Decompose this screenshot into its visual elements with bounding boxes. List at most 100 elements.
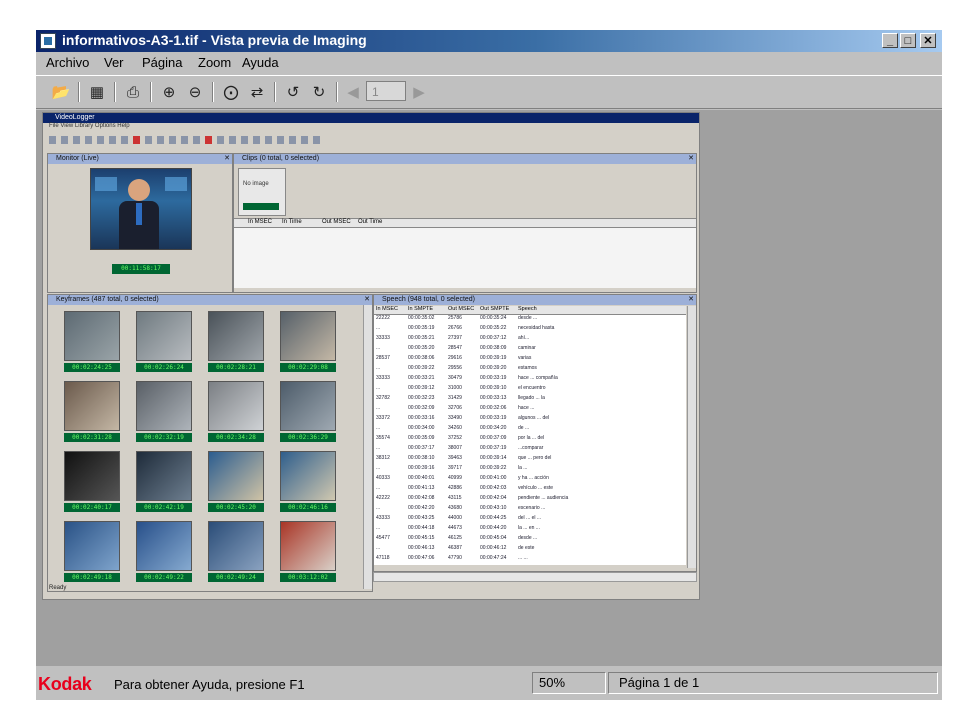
speech-cell: 33372 — [376, 415, 390, 421]
menu-ver[interactable]: Ver — [104, 55, 124, 70]
speech-row: ... 00:00:41:13 42886 00:00:42:03 vehículo .… — [374, 485, 686, 493]
zoom-out-icon[interactable]: ⊖ — [184, 81, 206, 103]
speech-cell: por la ... del — [518, 435, 545, 441]
image-tool-icon — [169, 136, 176, 144]
speech-cell: 00:00:47:06 — [408, 555, 435, 561]
image-speech-col: Speech — [518, 306, 537, 312]
image-speech-title: Speech (948 total, 0 selected) — [374, 295, 696, 305]
speech-cell: 39717 — [448, 465, 462, 471]
speech-cell: 00:00:35:22 — [480, 325, 507, 331]
speech-cell: 25786 — [448, 315, 462, 321]
image-clips-col: Out MSEC — [322, 219, 351, 225]
image-tool-icon — [241, 136, 248, 144]
speech-cell: 31000 — [448, 385, 462, 391]
close-button[interactable]: ✕ — [920, 33, 936, 48]
image-clips-no-image: No image — [243, 181, 269, 187]
best-fit-icon[interactable]: ⨀ — [220, 81, 242, 103]
speech-cell: ... — [376, 505, 381, 511]
open-folder-icon[interactable]: 📂 — [50, 81, 72, 103]
speech-cell: 00:00:38:10 — [408, 455, 435, 461]
menu-archivo[interactable]: Archivo — [46, 55, 89, 70]
rotate-right-icon[interactable]: ↻ — [308, 81, 330, 103]
page-view-icon[interactable]: ▦ — [86, 81, 108, 103]
image-clips-header: In MSEC In Time Out MSEC Out Time — [234, 218, 696, 228]
speech-cell: de este — [518, 545, 535, 551]
speech-cell: 47790 — [448, 555, 462, 561]
speech-cell: 47118 — [376, 555, 390, 561]
speech-cell: 30479 — [448, 375, 462, 381]
keyframe-thumbnail — [208, 311, 264, 361]
image-clips-pane: Clips (0 total, 0 selected) ✕ No image I… — [233, 153, 697, 293]
speech-cell: 00:00:37:17 — [408, 445, 435, 451]
page-indicator: Página 1 de 1 — [608, 672, 938, 694]
page-number-input[interactable]: 1 — [366, 81, 406, 101]
image-keyframes-pane: Keyframes (487 total, 0 selected) ✕ 00:0… — [47, 294, 373, 592]
image-tool-icon — [85, 136, 92, 144]
kodak-logo: Kodak — [38, 674, 92, 694]
speech-row: 32782 00:00:32:23 31429 00:00:33:13 llegado … — [374, 395, 686, 403]
speech-row: 33372 00:00:33:16 33490 00:00:33:19 algunos … — [374, 415, 686, 423]
image-clips-title: Clips (0 total, 0 selected) — [234, 154, 696, 164]
image-view-area[interactable]: VideoLogger File View Library Options He… — [36, 110, 942, 666]
maximize-button[interactable]: □ — [900, 33, 916, 48]
speech-cell: 00:00:39:14 — [480, 455, 507, 461]
image-tool-icon — [133, 136, 140, 144]
speech-cell: necesidad hasta — [518, 325, 555, 331]
speech-cell: 00:00:37:12 — [480, 335, 507, 341]
image-menu-line: File View Library Options Help — [49, 123, 130, 129]
speech-cell: ... — [376, 405, 381, 411]
title-bar[interactable]: informativos-A3-1.tif - Vista previa de … — [36, 30, 942, 52]
menu-ayuda[interactable]: Ayuda — [242, 55, 279, 70]
keyframe-thumbnail — [136, 311, 192, 361]
speech-cell: la ... en ... — [518, 525, 540, 531]
speech-cell: 00:00:37:09 — [480, 435, 507, 441]
keyframe-thumbnail — [208, 451, 264, 501]
speech-cell: 38312 — [376, 455, 390, 461]
speech-cell: 00:00:33:13 — [480, 395, 507, 401]
speech-cell: 00:00:38:06 — [408, 355, 435, 361]
keyframe-timecode: 00:02:34:28 — [208, 433, 264, 442]
zoom-in-icon[interactable]: ⊕ — [158, 81, 180, 103]
speech-cell: 00:00:42:20 — [408, 505, 435, 511]
speech-cell: vehículo ... este — [518, 485, 554, 491]
rotate-left-icon[interactable]: ↺ — [282, 81, 304, 103]
speech-cell: ... — [376, 525, 381, 531]
speech-cell: 00:00:41:13 — [408, 485, 435, 491]
image-ready-label: Ready — [49, 585, 67, 591]
image-tool-icon — [265, 136, 272, 144]
minimize-button[interactable]: _ — [882, 33, 898, 48]
speech-cell: 00:00:42:08 — [408, 495, 435, 501]
toolbar-separator — [336, 82, 338, 102]
image-speech-pane: Speech (948 total, 0 selected) ✕ In MSEC… — [373, 294, 697, 572]
image-tool-icon — [73, 136, 80, 144]
image-speech-col: In SMPTE — [408, 306, 434, 312]
menu-bar: Archivo Ver Página Zoom Ayuda — [36, 53, 942, 73]
menu-pagina[interactable]: Página — [142, 55, 182, 70]
keyframe-thumbnail — [280, 521, 336, 571]
print-icon[interactable]: ⎙ — [122, 81, 144, 103]
speech-cell: 00:00:42:04 — [480, 495, 507, 501]
menu-zoom[interactable]: Zoom — [198, 55, 231, 70]
previous-page-icon[interactable]: ◀ — [342, 81, 364, 103]
speech-cell: desde ... — [518, 535, 538, 541]
keyframe-thumbnail — [136, 521, 192, 571]
image-tool-icon — [193, 136, 200, 144]
speech-cell: 00:00:44:18 — [408, 525, 435, 531]
image-monitor-pane: Monitor (Live) ✕ 00:11:58:17 — [47, 153, 233, 293]
speech-cell: estamos — [518, 365, 537, 371]
speech-cell: 00:00:39:16 — [408, 465, 435, 471]
speech-cell: 40999 — [448, 475, 462, 481]
speech-row: 35574 00:00:35:09 37252 00:00:37:09 por la .… — [374, 435, 686, 443]
speech-cell: 29616 — [448, 355, 462, 361]
speech-row: ... 00:00:39:16 39717 00:00:39:22 la ... — [374, 465, 686, 473]
speech-cell: y ha ... acción — [518, 475, 549, 481]
keyframe-timecode: 00:02:49:18 — [64, 573, 120, 582]
toolbar-separator — [78, 82, 80, 102]
app-icon — [40, 33, 56, 49]
image-tool-icon — [205, 136, 212, 144]
image-tool-icon — [217, 136, 224, 144]
speech-cell: ... — [376, 465, 381, 471]
speech-cell: 00:00:32:06 — [480, 405, 507, 411]
fit-width-icon[interactable]: ⇄ — [246, 81, 268, 103]
next-page-icon[interactable]: ▶ — [408, 81, 430, 103]
